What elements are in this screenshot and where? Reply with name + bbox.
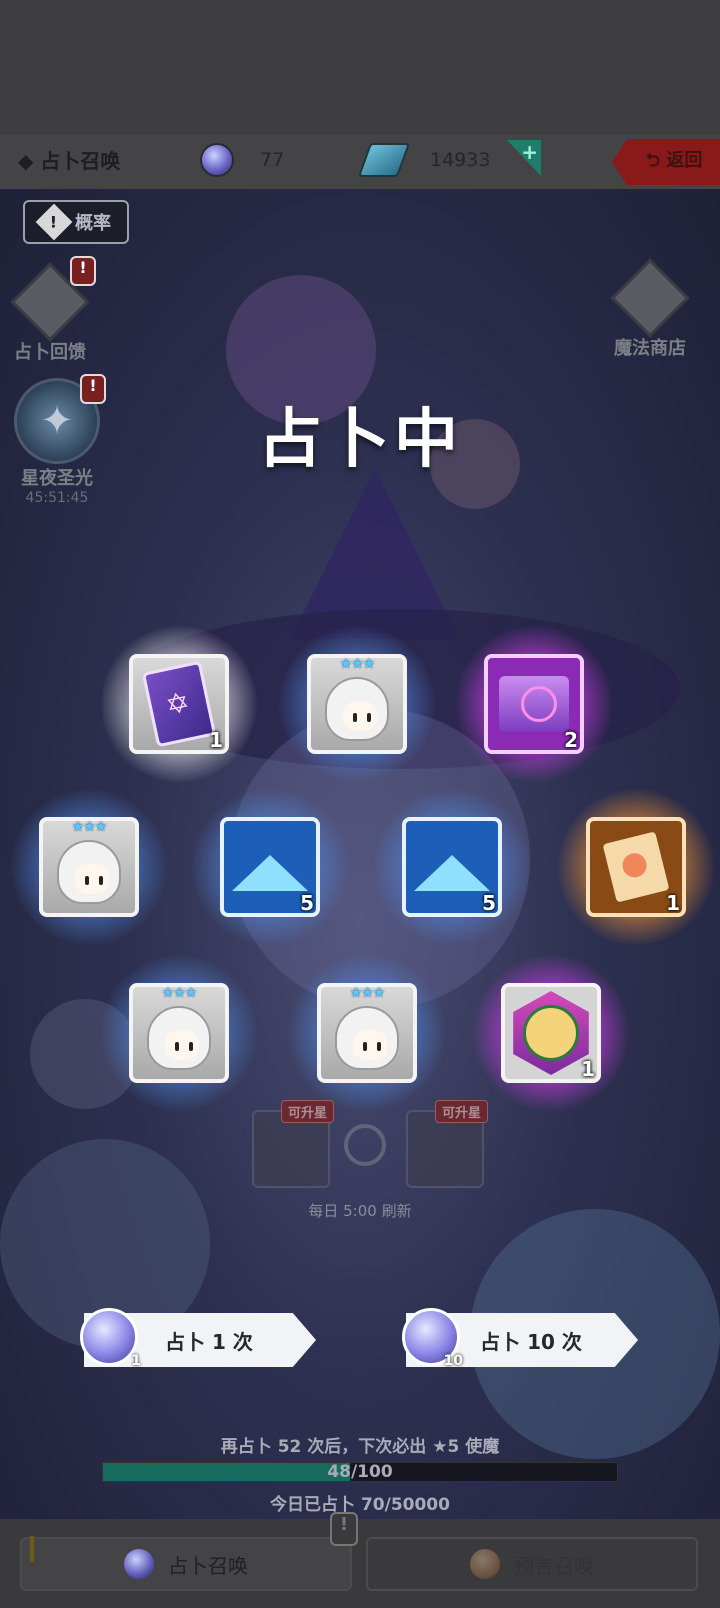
bottom-tab-bar: 占卜召唤 预言召唤 — [0, 1519, 720, 1608]
starlight-timer: 45:51:45 — [25, 490, 89, 506]
reward-count: 1 — [666, 891, 680, 915]
reward-count: 5 — [300, 891, 314, 915]
reward-count: 2 — [564, 728, 578, 752]
orb-resource: 77 — [200, 143, 284, 177]
magic-shop-button[interactable]: 魔法商店 — [610, 258, 690, 360]
maid-character-icon — [329, 1002, 405, 1078]
star-rating: ★★★ — [339, 656, 376, 672]
top-bar: ◆ 占卜召唤 77 14933 + ⮌ 返回 — [0, 135, 720, 189]
crystal-resource: 14933 — [357, 143, 491, 177]
reward-item[interactable]: ★★★ — [279, 626, 435, 782]
add-crystal-button[interactable]: + — [507, 140, 541, 176]
reward-item[interactable]: ★★★ — [101, 955, 257, 1111]
treasure-paper-icon — [602, 831, 670, 903]
summoning-status: 占卜中 — [258, 403, 462, 477]
active-tab-marker — [30, 1536, 34, 1562]
reward-count: 5 — [482, 891, 496, 915]
reward-item[interactable]: 1 — [101, 626, 257, 782]
maid-character-icon — [319, 673, 395, 749]
upgrade-tag: 可升星 — [434, 1100, 488, 1123]
star-rating: ★★★ — [161, 985, 198, 1001]
reward-item[interactable]: ★★★ — [11, 789, 167, 945]
summon-once-label: 占卜 1 次 — [165, 1329, 253, 1354]
reward-item[interactable]: 1 — [473, 955, 629, 1111]
refresh-text: 每日 5:00 刷新 — [308, 1202, 412, 1220]
summon-ten-cost: 10 — [443, 1353, 463, 1369]
tab-label: 预言召唤 — [514, 1553, 594, 1578]
page-title: ◆ 占卜召唤 — [18, 149, 121, 173]
crystal-count: 14933 — [430, 149, 491, 171]
star-rating: ★★★ — [349, 985, 386, 1001]
maid-character-icon — [51, 836, 127, 912]
crystal-ball-icon: 10 — [402, 1308, 463, 1369]
reward-item[interactable]: 5 — [192, 789, 348, 945]
pity-text: 再占卜 52 次后，下次必出 ★5 使魔 — [220, 1437, 500, 1457]
crystal-salt-icon — [414, 855, 490, 891]
reward-item[interactable]: ★★★ — [289, 955, 445, 1111]
orb-count: 77 — [260, 149, 285, 171]
reward-item[interactable]: 5 — [374, 789, 530, 945]
status-strip — [0, 0, 720, 135]
shop-label: 魔法商店 — [614, 338, 686, 359]
paw-icon — [610, 258, 690, 338]
tab-badge: ! — [330, 1512, 358, 1546]
magic-scroll-icon — [499, 676, 569, 732]
summon-ten-label: 占卜 10 次 — [480, 1329, 582, 1354]
tab-divination-summon[interactable]: 占卜召唤 — [20, 1537, 352, 1591]
summon-once-cost: 1 — [131, 1353, 141, 1369]
exclamation-icon: ! — [35, 203, 73, 241]
crystal-ball-icon: 1 — [80, 1308, 141, 1369]
feedback-badge: ! — [70, 256, 96, 286]
crystal-icon — [357, 143, 411, 177]
tab-label: 占卜召唤 — [168, 1553, 248, 1578]
probability-label: 概率 — [75, 213, 111, 234]
back-button[interactable]: ⮌ 返回 — [612, 139, 720, 185]
featured-preview-right[interactable]: 可升星 — [406, 1100, 488, 1188]
maid-character-icon — [141, 1002, 217, 1078]
refresh-icon[interactable] — [344, 1124, 386, 1166]
today-count: 今日已占卜 70/50000 — [270, 1495, 450, 1515]
reward-item[interactable]: 2 — [456, 626, 612, 782]
reward-count: 1 — [209, 728, 223, 752]
reward-item[interactable]: 1 — [558, 789, 714, 945]
tarot-card-icon — [141, 660, 217, 748]
probability-button[interactable]: ! 概率 — [23, 200, 129, 244]
tab-prophecy-summon[interactable]: 预言召唤 — [366, 1537, 698, 1591]
star-rating: ★★★ — [71, 819, 108, 835]
crystal-ball-icon — [200, 143, 234, 177]
pity-progress-bar: 48/100 — [102, 1462, 618, 1482]
feedback-label: 占卜回馈 — [14, 342, 86, 363]
featured-preview-left[interactable]: 可升星 — [252, 1100, 334, 1188]
crystal-salt-icon — [232, 855, 308, 891]
prophecy-orb-icon — [470, 1549, 500, 1579]
crystal-ball-icon — [124, 1549, 154, 1579]
progress-label: 48/100 — [327, 1462, 393, 1482]
reward-count: 1 — [581, 1057, 595, 1081]
upgrade-tag: 可升星 — [280, 1100, 334, 1123]
